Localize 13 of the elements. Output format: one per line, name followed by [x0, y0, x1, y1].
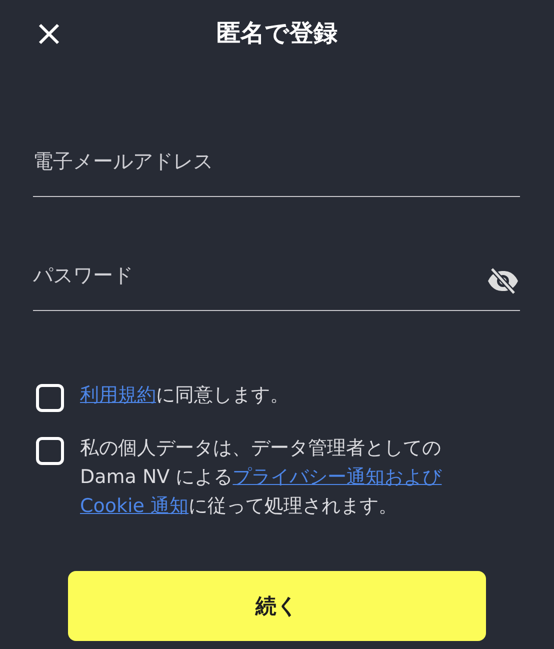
consent-text: 私の個人データは、データ管理者としての Dama NV による プライバシー通知および Cookie 通知に従って処理されます。: [80, 436, 443, 519]
policy-link[interactable]: プライバシー通知および: [232, 466, 442, 488]
checkbox[interactable]: [36, 437, 64, 465]
close-icon: [37, 22, 61, 46]
continue-button[interactable]: 続く: [68, 571, 486, 641]
checkbox[interactable]: [36, 384, 64, 412]
page-title: 匿名で登録: [216, 18, 338, 49]
eye-off-icon[interactable]: [486, 268, 520, 294]
email-field[interactable]: 電子メールアドレス: [33, 140, 520, 180]
policy-link[interactable]: Cookie 通知: [80, 495, 189, 517]
consent-text: 利用規約に同意します。: [80, 383, 289, 408]
password-field[interactable]: パスワード: [33, 254, 486, 294]
policy-link[interactable]: 利用規約: [80, 384, 156, 406]
